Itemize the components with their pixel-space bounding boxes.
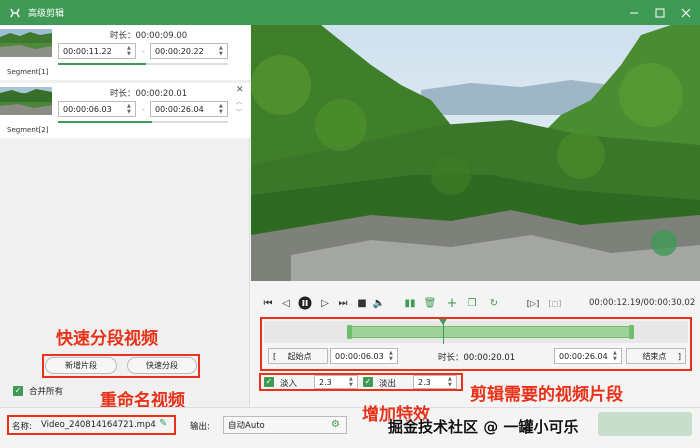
mark-in-icon[interactable]: [▷]	[525, 295, 541, 311]
set-start-button[interactable]: [ 起始点	[268, 348, 328, 364]
name-label: 名称:	[12, 422, 32, 432]
step-back-icon[interactable]: ◁	[279, 295, 293, 311]
segment-label: Segment[1]	[7, 68, 49, 76]
edit-icon[interactable]: ✎	[159, 418, 167, 429]
range-separator: -	[142, 47, 145, 56]
fade-out-label: 淡出	[379, 379, 397, 389]
segment-item[interactable]: Segment[1] 时长：00:00:09.00 00:00:11.22 ▲ ▼…	[0, 25, 250, 80]
watermark-text: 掘金技术社区 @ 一罐小可乐	[388, 418, 579, 436]
reset-icon[interactable]: ↻	[487, 295, 501, 311]
selected-range[interactable]	[348, 326, 632, 338]
playhead-marker-icon[interactable]	[438, 319, 447, 325]
mark-out-icon[interactable]: [◻]	[547, 295, 563, 311]
step-forward-icon[interactable]: ▷	[318, 295, 332, 311]
minimize-icon[interactable]	[628, 7, 640, 19]
delete-icon[interactable]: 🗑	[423, 295, 437, 311]
timeline-track[interactable]	[264, 319, 688, 344]
trim-end-field[interactable]: 00:00:26.04 ▲ ▼	[554, 348, 622, 364]
merge-all-checkbox[interactable]: ✓	[13, 386, 23, 396]
output-label: 输出:	[190, 422, 210, 432]
copy-icon[interactable]: ❐	[465, 295, 479, 311]
spin-icon[interactable]: ▲ ▼	[389, 349, 395, 363]
segment-progress-bar	[58, 121, 228, 123]
fade-in-value: 2.3	[319, 377, 332, 387]
segment-label: Segment[2]	[7, 126, 49, 134]
spin-icon[interactable]: ▲ ▼	[349, 376, 355, 388]
fade-in-checkbox[interactable]: ✓	[264, 377, 274, 387]
spin-icon[interactable]: ▲ ▼	[127, 44, 133, 58]
output-value: 自动Auto	[228, 421, 265, 431]
fade-out-value: 2.3	[418, 377, 431, 387]
close-icon[interactable]	[680, 7, 692, 19]
bracket-right-icon: ]	[677, 351, 681, 361]
segment-progress-fill	[58, 63, 147, 65]
annotation-quick-segment: 快速分段视频	[56, 329, 158, 349]
segment-thumbnail	[0, 87, 52, 115]
annotation-clip-segment: 剪辑需要的视频片段	[470, 385, 623, 405]
trim-end-value: 00:00:26.04	[559, 351, 608, 361]
move-down-icon[interactable]: ﹀	[236, 107, 242, 116]
segment-end-value: 00:00:26.04	[155, 104, 204, 114]
export-button[interactable]	[598, 412, 692, 436]
bracket-left-icon: [	[273, 351, 277, 361]
time-display: 00:00:12.19/00:00:30.02	[589, 298, 696, 308]
spin-icon[interactable]: ▲ ▼	[127, 102, 133, 116]
segment-start-field[interactable]: 00:00:06.03 ▲ ▼	[58, 101, 136, 117]
fade-in-label: 淡入	[280, 379, 298, 389]
segment-start-value: 00:00:11.22	[63, 46, 112, 56]
player-controls: ⏮ ◁ ▷ ⏭ ■ 🔈 ▮▮ 🗑 + ❐ ↻ [▷] [◻] 00:00:12.…	[251, 295, 700, 313]
move-up-icon[interactable]: ︿	[236, 97, 242, 106]
spin-icon[interactable]: ▲ ▼	[448, 376, 454, 388]
maximize-icon[interactable]	[654, 7, 666, 19]
volume-icon[interactable]: 🔈	[372, 295, 386, 311]
set-end-button[interactable]: 结束点 ]	[626, 348, 686, 364]
skip-start-icon[interactable]: ⏮	[261, 295, 275, 311]
watermark-logo-icon	[651, 230, 677, 256]
close-icon[interactable]: ✕	[236, 85, 244, 95]
add-icon[interactable]: +	[445, 295, 459, 311]
window-title: 高级剪辑	[28, 9, 65, 19]
set-end-label: 结束点	[642, 351, 667, 361]
fade-out-field[interactable]: 2.3 ▲ ▼	[413, 375, 457, 389]
quick-segment-button[interactable]: 快速分段	[127, 357, 197, 374]
trim-row: [ 起始点 00:00:06.03 ▲ ▼ 时长：00:00:20.01 00:0…	[264, 346, 688, 366]
range-separator: -	[142, 105, 145, 114]
segment-end-field[interactable]: 00:00:26.04 ▲ ▼	[150, 101, 228, 117]
range-end-handle[interactable]	[628, 325, 634, 339]
trim-start-field[interactable]: 00:00:06.03 ▲ ▼	[330, 348, 398, 364]
video-preview[interactable]	[251, 25, 700, 281]
set-start-label: 起始点	[287, 351, 312, 361]
stop-icon[interactable]: ■	[355, 295, 369, 311]
spin-icon[interactable]: ▲ ▼	[219, 44, 225, 58]
trim-start-value: 00:00:06.03	[335, 351, 384, 361]
segment-item[interactable]: Segment[2] 时长：00:00:20.01 00:00:06.03 ▲ ▼…	[0, 83, 250, 138]
output-field[interactable]: 自动Auto ⚙	[223, 416, 347, 434]
gear-icon[interactable]: ⚙	[331, 419, 340, 430]
split-icon[interactable]: ▮▮	[403, 295, 417, 311]
segment-start-field[interactable]: 00:00:11.22 ▲ ▼	[58, 43, 136, 59]
pause-icon[interactable]	[296, 295, 314, 311]
name-input[interactable]: Video_240814164721.mp4	[41, 420, 156, 430]
fade-in-field[interactable]: 2.3 ▲ ▼	[314, 375, 358, 389]
title-bar: 高级剪辑	[0, 0, 700, 25]
skip-end-icon[interactable]: ⏭	[336, 295, 350, 311]
video-frame	[251, 25, 700, 281]
trim-duration: 时长：00:00:20.01	[438, 353, 516, 363]
add-segment-button[interactable]: 新增片段	[45, 357, 117, 374]
segment-duration: 时长：00:00:20.01	[110, 89, 188, 99]
fade-out-checkbox[interactable]: ✓	[363, 377, 373, 387]
spin-icon[interactable]: ▲ ▼	[219, 102, 225, 116]
segment-start-value: 00:00:06.03	[63, 104, 112, 114]
spin-icon[interactable]: ▲ ▼	[613, 349, 619, 363]
segment-end-field[interactable]: 00:00:20.22 ▲ ▼	[150, 43, 228, 59]
segment-progress-bar	[58, 63, 228, 65]
range-start-handle[interactable]	[346, 325, 352, 339]
segment-thumbnail	[0, 29, 52, 57]
segment-duration: 时长：00:00:09.00	[110, 31, 188, 41]
app-logo-icon	[8, 6, 22, 20]
merge-all-label: 合并所有	[29, 387, 64, 397]
segment-end-value: 00:00:20.22	[155, 46, 204, 56]
segment-progress-fill	[58, 121, 152, 123]
